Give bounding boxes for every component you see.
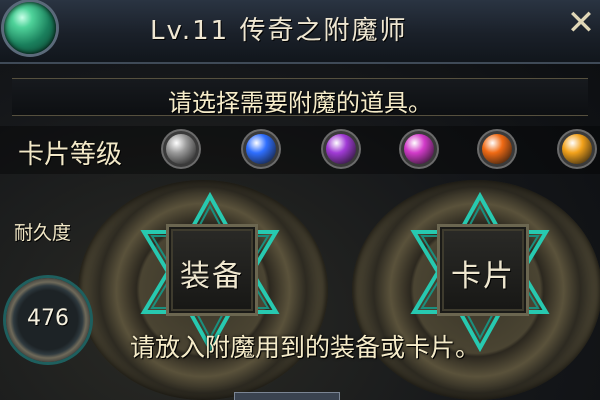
hint-text: 请放入附魔用到的装备或卡片。 [130,333,481,362]
gem-gold[interactable] [562,134,592,164]
durability-label: 耐久度 [14,222,72,244]
gem-orange[interactable] [482,134,512,164]
bottom-button[interactable] [234,392,340,400]
gem-blue[interactable] [246,134,276,164]
card-level-row: 卡片等级 [0,126,600,174]
orb-icon [4,2,56,54]
enchanter-window: Lv.11 传奇之附魔师 ✕ 请选择需要附魔的道具。 卡片等级 装备 卡片 耐久… [0,0,600,400]
card-level-label: 卡片等级 [18,140,123,170]
durability-value: 476 [27,306,69,331]
gem-magenta[interactable] [404,134,434,164]
gem-gray[interactable] [166,134,196,164]
durability-gauge: 476 [6,278,90,362]
gem-purple[interactable] [326,134,356,164]
prompt-text: 请选择需要附魔的道具。 [168,89,432,117]
title-bar[interactable]: Lv.11 传奇之附魔师 ✕ [0,0,600,64]
window-title: Lv.11 传奇之附魔师 [150,16,408,46]
card-slot[interactable]: 卡片 [437,224,529,316]
prompt-bar: 请选择需要附魔的道具。 [12,78,588,117]
close-icon[interactable]: ✕ [564,6,598,40]
card-slot-label: 卡片 [451,259,515,294]
equipment-slot-label: 装备 [180,259,244,294]
equipment-slot[interactable]: 装备 [166,224,258,316]
slot-area: 装备 卡片 耐久度 476 请放入附魔用到的装备或卡片。 [0,178,600,400]
